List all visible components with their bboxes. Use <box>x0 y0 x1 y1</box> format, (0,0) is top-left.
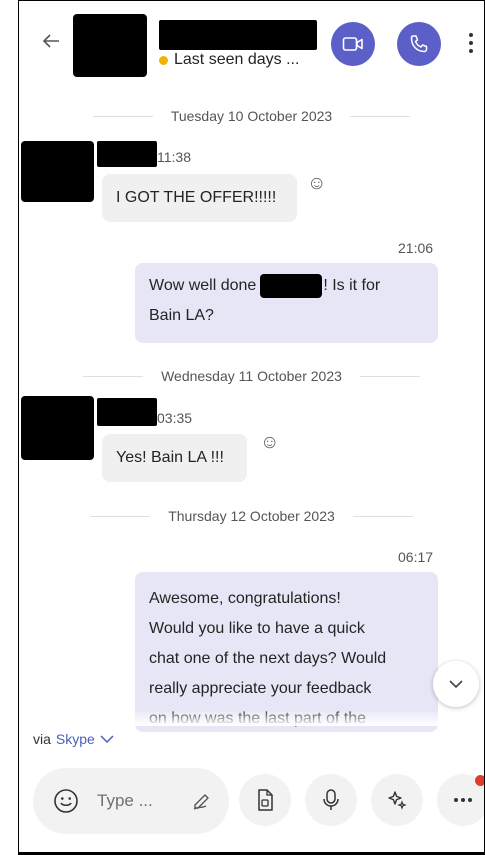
video-call-button[interactable] <box>331 22 375 66</box>
sender-avatar-redacted <box>21 396 94 460</box>
presence-dot-icon <box>159 55 168 65</box>
reaction-icon[interactable]: ☺ <box>260 432 279 454</box>
notification-badge <box>475 775 484 786</box>
scroll-to-bottom-button[interactable] <box>433 661 479 707</box>
contact-name-redacted[interactable] <box>159 20 317 50</box>
attach-file-button[interactable] <box>239 774 291 826</box>
message-text: I GOT THE OFFER!!!!! <box>116 189 277 206</box>
message-text: really appreciate your feedback <box>149 680 372 697</box>
chat-window: Last seen days ... Tuesday 10 October 20… <box>18 0 485 855</box>
date-divider: Wednesday 11 October 2023 <box>19 366 484 386</box>
chevron-down-icon <box>449 680 463 689</box>
back-arrow-icon[interactable] <box>41 31 61 57</box>
microphone-icon <box>323 789 339 810</box>
attach-file-icon <box>258 789 273 811</box>
microphone-button[interactable] <box>305 774 357 826</box>
phone-call-icon <box>410 35 428 53</box>
more-horizontal-icon <box>454 798 472 802</box>
message-text: Wow well done <box>149 277 257 294</box>
presence-status: Last seen days ... <box>159 51 299 69</box>
message-text: ! Is it for <box>323 277 381 294</box>
message-text: Bain LA? <box>149 307 214 324</box>
date-divider: Thursday 12 October 2023 <box>19 506 484 526</box>
presence-status-text: Last seen days ... <box>174 51 300 68</box>
sender-avatar-redacted <box>21 141 94 202</box>
sender-name-redacted <box>97 398 157 426</box>
video-call-icon <box>342 37 363 51</box>
chevron-down-icon <box>100 735 114 743</box>
message-time: 21:06 <box>398 240 434 256</box>
reaction-icon[interactable]: ☺ <box>307 173 326 195</box>
message-time: 06:17 <box>398 549 434 565</box>
sparkle-icon <box>388 791 407 810</box>
via-link[interactable]: Skype <box>56 731 95 747</box>
date-divider: Tuesday 10 October 2023 <box>19 106 484 126</box>
message-time: 11:38 <box>157 149 191 165</box>
message-text: chat one of the next days? Would <box>149 650 387 667</box>
pen-icon[interactable] <box>191 788 215 817</box>
via-skype-selector[interactable]: via Skype <box>33 731 114 747</box>
message-bubble-outgoing[interactable]: Wow well done ! Is it for Bain LA? <box>135 263 438 343</box>
message-bubble-outgoing[interactable]: Awesome, congratulations! Would you like… <box>135 572 438 732</box>
more-options-button[interactable] <box>469 33 475 57</box>
audio-call-button[interactable] <box>397 22 441 66</box>
sparkle-button[interactable] <box>371 774 423 826</box>
message-composer[interactable]: Type ... <box>33 768 229 834</box>
sender-name-redacted <box>97 141 157 167</box>
contact-avatar-redacted[interactable] <box>73 14 147 77</box>
chat-header: Last seen days ... <box>19 0 484 88</box>
message-text: Yes! Bain LA !!! <box>116 449 224 466</box>
message-bubble-incoming[interactable]: Yes! Bain LA !!! <box>102 434 247 482</box>
message-input[interactable]: Type ... <box>97 791 153 811</box>
mention-redacted <box>260 273 323 298</box>
message-bubble-incoming[interactable]: I GOT THE OFFER!!!!! <box>102 174 297 222</box>
emoji-icon[interactable] <box>53 788 79 819</box>
message-text: Awesome, congratulations! <box>149 590 341 607</box>
message-time: 03:35 <box>157 410 193 426</box>
message-text: Would you like to have a quick <box>149 620 365 637</box>
scroll-fade <box>19 712 484 726</box>
via-prefix: via <box>33 731 51 747</box>
